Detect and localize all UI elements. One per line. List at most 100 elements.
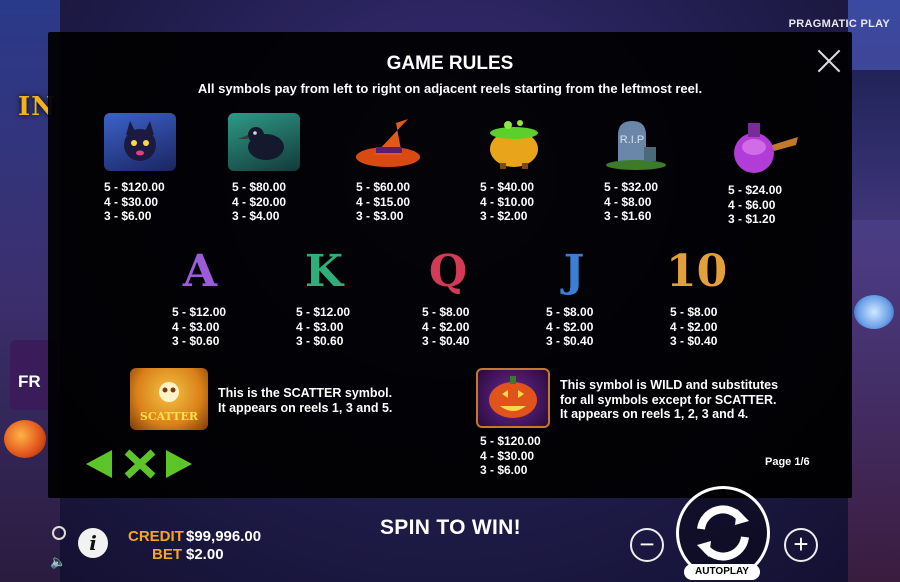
- pay-line: 3 - $0.40: [422, 334, 470, 348]
- pays-ten: 5 - $8.00 4 - $2.00 3 - $0.40: [670, 305, 717, 349]
- raven-icon: [228, 113, 300, 171]
- pay-line: 3 - $6.00: [480, 463, 528, 477]
- pay-line: 4 - $2.00: [546, 319, 594, 334]
- tombstone-icon: R.I.P: [600, 113, 672, 171]
- pays-letter-a: 5 - $12.00 4 - $3.00 3 - $0.60: [172, 305, 226, 349]
- pays-tombstone: 5 - $32.00 4 - $8.00 3 - $1.60: [604, 180, 658, 224]
- pay-line: 3 - $1.60: [604, 209, 652, 223]
- pay-line: 4 - $6.00: [728, 197, 776, 212]
- symbol-letter-k: K: [294, 245, 354, 299]
- symbol-letter-a: A: [170, 245, 230, 299]
- pays-letter-j: 5 - $8.00 4 - $2.00 3 - $0.40: [546, 305, 593, 349]
- spin-message: SPIN TO WIN!: [380, 516, 521, 539]
- close-rules-button[interactable]: [123, 448, 157, 485]
- arrow-right-icon: [166, 450, 192, 478]
- pay-line: 4 - $30.00: [104, 194, 159, 209]
- letter-j-icon: J: [563, 246, 585, 297]
- pays-potion: 5 - $24.00 4 - $6.00 3 - $1.20: [728, 183, 782, 227]
- pay-line: 4 - $10.00: [480, 194, 535, 209]
- pay-line: 3 - $1.20: [728, 212, 776, 226]
- letter-a-icon: A: [182, 246, 218, 297]
- pays-wild: 5 - $120.00 4 - $30.00 3 - $6.00: [480, 434, 541, 478]
- potion-icon: [724, 115, 798, 173]
- next-page-button[interactable]: [164, 448, 194, 485]
- background-pumpkin: [4, 420, 46, 458]
- pay-line: 5 - $8.00: [422, 305, 470, 319]
- scatter-line: This is the SCATTER symbol.: [218, 386, 393, 400]
- pay-line: 4 - $2.00: [422, 319, 470, 334]
- pays-cauldron: 5 - $40.00 4 - $10.00 3 - $2.00: [480, 180, 534, 224]
- wild-pumpkin-icon: [476, 368, 550, 428]
- increase-bet-button[interactable]: +: [784, 528, 818, 562]
- pay-line: 3 - $0.60: [296, 334, 344, 348]
- scatter-label: SCATTER: [139, 410, 199, 423]
- symbol-letter-q: Q: [418, 245, 478, 299]
- pay-line: 5 - $12.00: [296, 305, 351, 319]
- pay-line: 5 - $8.00: [670, 305, 718, 319]
- bet-label: BET: [152, 546, 182, 563]
- bet-value: $2.00: [186, 546, 224, 563]
- pay-line: 3 - $4.00: [232, 209, 280, 223]
- pays-witch-hat: 5 - $60.00 4 - $15.00 3 - $3.00: [356, 180, 410, 224]
- pay-line: 5 - $8.00: [546, 305, 594, 319]
- scatter-icon: SCATTER: [130, 368, 208, 430]
- brand-logo: PRAGMATIC PLAY: [788, 18, 890, 30]
- letter-k-icon: K: [304, 246, 344, 297]
- wild-line: It appears on reels 1, 2, 3 and 4.: [560, 407, 749, 421]
- pay-line: 4 - $3.00: [296, 319, 344, 334]
- decrease-bet-button[interactable]: −: [630, 528, 664, 562]
- letter-q-icon: Q: [428, 246, 468, 297]
- svg-text:R.I.P: R.I.P: [620, 134, 644, 146]
- pay-line: 3 - $0.40: [670, 334, 718, 348]
- pays-raven: 5 - $80.00 4 - $20.00 3 - $4.00: [232, 180, 286, 224]
- pay-line: 4 - $20.00: [232, 194, 287, 209]
- sound-icon[interactable]: 🔈: [50, 554, 66, 570]
- witch-hat-icon: [352, 113, 424, 171]
- credit-label: CREDIT: [128, 528, 184, 545]
- pay-line: 4 - $8.00: [604, 194, 652, 209]
- pay-line: 5 - $32.00: [604, 180, 659, 194]
- modal-title: GAME RULES: [386, 53, 514, 74]
- credit-value: $99,996.00: [186, 528, 262, 545]
- symbol-witch-hat: [352, 113, 424, 171]
- background-potion: [854, 295, 894, 329]
- pay-line: 5 - $24.00: [728, 183, 783, 197]
- cauldron-icon: [478, 113, 550, 171]
- pay-line: 4 - $30.00: [480, 448, 535, 463]
- pay-line: 3 - $0.40: [546, 334, 594, 348]
- black-cat-icon: [104, 113, 176, 171]
- pay-line: 5 - $60.00: [356, 180, 411, 194]
- background-sign-text: FR: [18, 372, 41, 391]
- wild-line: This symbol is WILD and substitutes: [560, 378, 779, 392]
- symbol-potion: [724, 115, 798, 173]
- pays-black-cat: 5 - $120.00 4 - $30.00 3 - $6.00: [104, 180, 165, 224]
- info-icon[interactable]: i: [78, 528, 108, 558]
- pay-line: 3 - $6.00: [104, 209, 152, 223]
- pay-line: 4 - $15.00: [356, 194, 411, 209]
- pay-line: 3 - $0.60: [172, 334, 220, 348]
- symbol-tombstone: R.I.P: [600, 113, 672, 171]
- arrow-left-icon: [86, 450, 112, 478]
- pay-line: 5 - $40.00: [480, 180, 535, 194]
- wild-description: This symbol is WILD and substitutes for …: [560, 378, 778, 422]
- symbol-raven: [228, 113, 300, 171]
- symbol-cauldron: [478, 113, 550, 171]
- autoplay-button[interactable]: AUTOPLAY: [684, 564, 760, 580]
- pay-line: 5 - $120.00: [104, 180, 165, 194]
- symbol-ten: 10: [666, 245, 728, 299]
- wild-line: for all symbols except for SCATTER.: [560, 392, 777, 407]
- menu-icon[interactable]: [52, 526, 66, 540]
- pay-line: 4 - $3.00: [172, 319, 220, 334]
- close-x-icon: [124, 449, 156, 479]
- scatter-description: This is the SCATTER symbol. It appears o…: [218, 386, 392, 415]
- symbol-letter-j: J: [544, 245, 604, 299]
- modal-subtitle: All symbols pay from left to right on ad…: [197, 81, 703, 96]
- symbol-black-cat: [104, 113, 176, 171]
- pay-line: 5 - $120.00: [480, 434, 541, 448]
- pay-line: 4 - $2.00: [670, 319, 718, 334]
- ten-icon: 10: [666, 246, 728, 297]
- pay-line: 5 - $80.00: [232, 180, 287, 194]
- scatter-line: It appears on reels 1, 3 and 5.: [218, 400, 393, 415]
- prev-page-button[interactable]: [84, 448, 114, 485]
- pay-line: 3 - $2.00: [480, 209, 528, 223]
